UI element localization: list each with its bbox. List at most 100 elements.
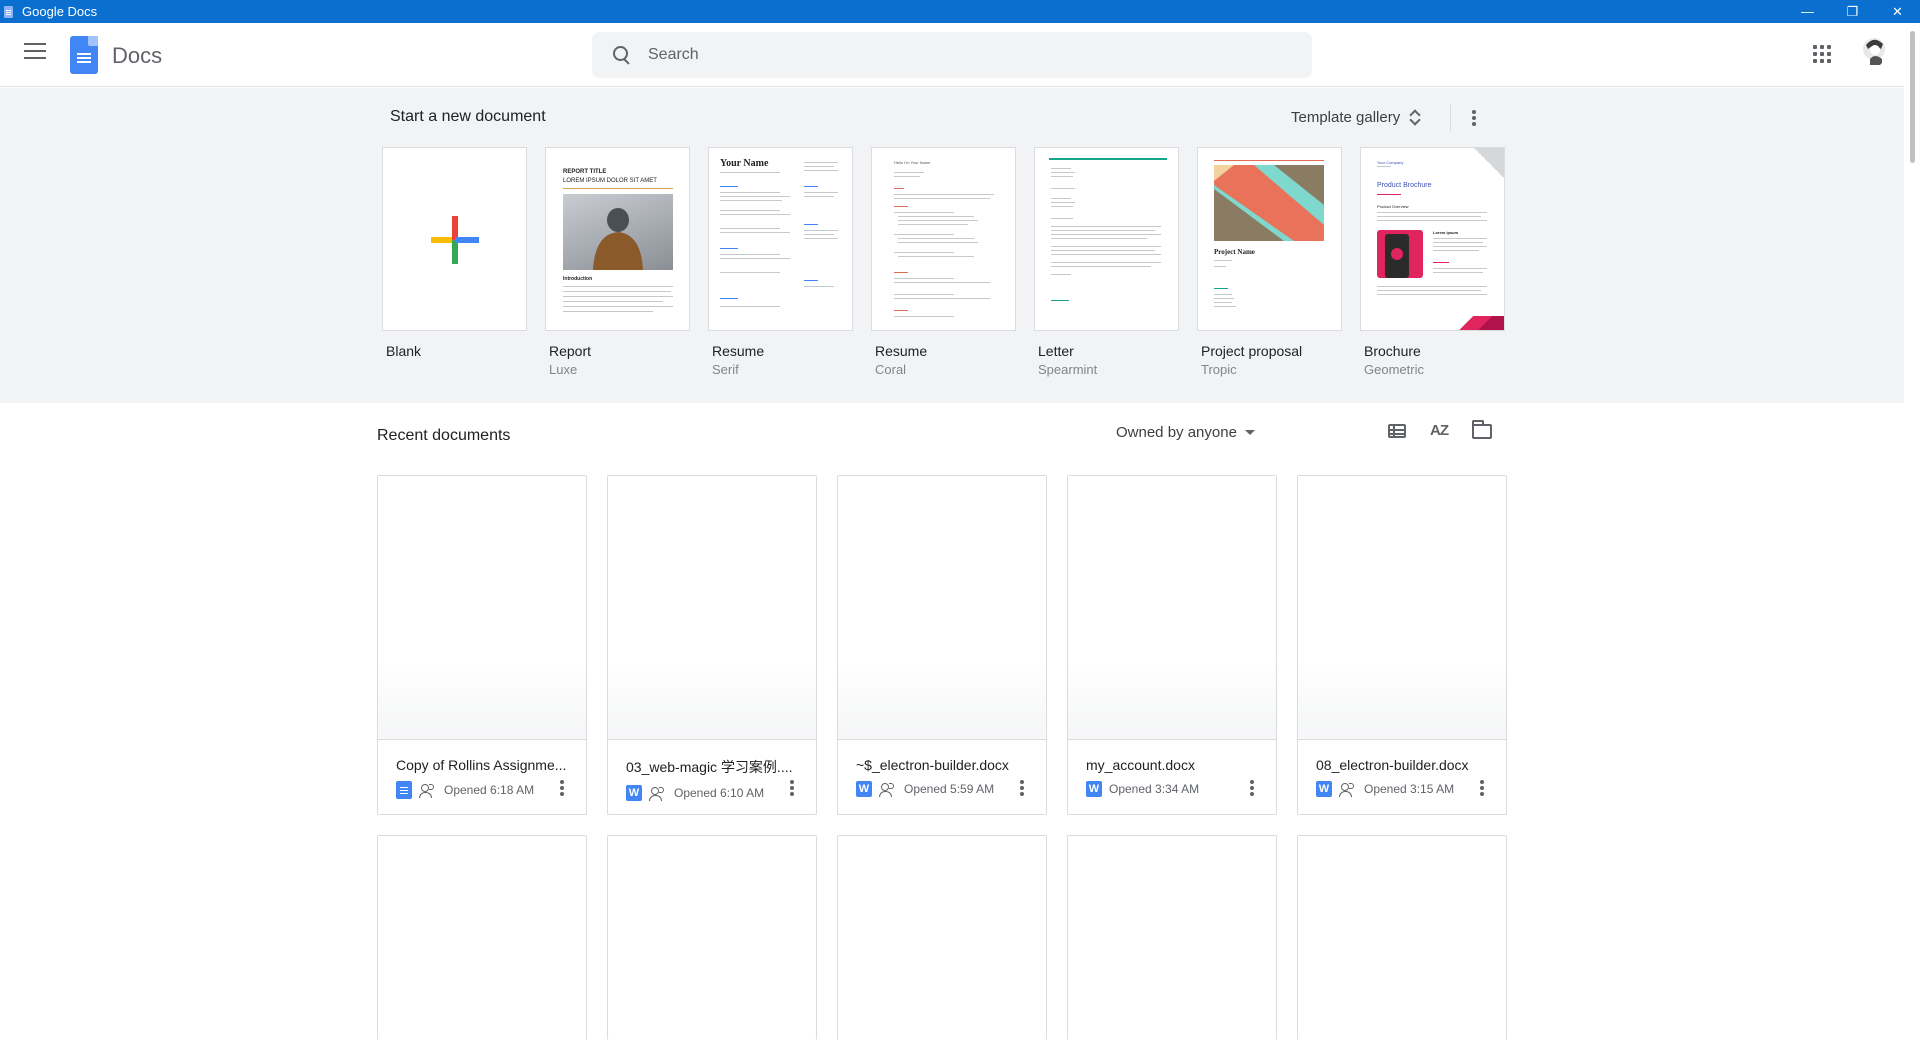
account-avatar[interactable]: [1862, 35, 1886, 67]
search-icon[interactable]: [612, 45, 632, 65]
minimize-button[interactable]: —: [1785, 0, 1830, 23]
doc-preview[interactable]: [378, 476, 586, 740]
template-name: Project proposal: [1201, 343, 1303, 359]
template-section-heading: Start a new document: [390, 108, 546, 125]
recent-documents-heading: Recent documents: [377, 427, 511, 444]
window-titlebar: Google Docs — ❐ ✕: [0, 0, 1920, 23]
page-scrollbar[interactable]: [1904, 23, 1920, 1040]
word-file-icon: W: [626, 785, 642, 801]
template-name: Resume: [875, 343, 928, 359]
doc-more-options-icon[interactable]: [560, 780, 564, 796]
thumb-title: Hello I'm Your Name: [894, 160, 931, 165]
doc-meta: W Opened 6:10 AM: [626, 785, 816, 801]
doc-preview[interactable]: [1068, 476, 1276, 740]
template-report-luxe[interactable]: REPORT TITLE LOREM IPSUM DOLOR SIT AMET …: [545, 147, 690, 377]
template-thumbnail[interactable]: Your Company Product Brochure Product Ov…: [1360, 147, 1505, 331]
doc-opened-time: Opened 3:34 AM: [1109, 782, 1200, 796]
search-input[interactable]: [648, 46, 1248, 64]
window-title: Google Docs: [22, 4, 98, 19]
close-button[interactable]: ✕: [1875, 0, 1920, 23]
app-name[interactable]: Docs: [112, 43, 162, 69]
doc-card[interactable]: [1067, 835, 1277, 1040]
doc-opened-time: Opened 6:10 AM: [674, 786, 765, 800]
template-name: Brochure: [1364, 343, 1421, 359]
doc-more-options-icon[interactable]: [1480, 780, 1484, 796]
doc-more-options-icon[interactable]: [790, 780, 794, 796]
template-blank[interactable]: Blank: [382, 147, 527, 359]
template-style: Serif: [712, 362, 739, 377]
doc-card[interactable]: ~$_electron-builder.docx W Opened 5:59 A…: [837, 475, 1047, 815]
app-header: Docs: [0, 23, 1904, 87]
main-menu-icon[interactable]: [24, 43, 46, 59]
doc-card[interactable]: Copy of Rollins Assignme... Opened 6:18 …: [377, 475, 587, 815]
doc-card[interactable]: [377, 835, 587, 1040]
doc-opened-time: Opened 3:15 AM: [1364, 782, 1455, 796]
doc-name: ~$_electron-builder.docx: [856, 757, 1009, 773]
template-thumbnail[interactable]: REPORT TITLE LOREM IPSUM DOLOR SIT AMET …: [545, 147, 690, 331]
doc-card[interactable]: [837, 835, 1047, 1040]
doc-name: 08_electron-builder.docx: [1316, 757, 1469, 773]
sort-az-icon[interactable]: AZ: [1430, 422, 1449, 439]
doc-preview[interactable]: [608, 476, 816, 740]
owner-filter-dropdown[interactable]: Owned by anyone: [1116, 424, 1255, 441]
list-view-icon[interactable]: [1388, 424, 1406, 438]
template-letter-spearmint[interactable]: Letter Spearmint: [1034, 147, 1179, 377]
template-style: Luxe: [549, 362, 578, 377]
template-resume-serif[interactable]: Your Name Resume Serif: [708, 147, 853, 377]
doc-opened-time: Opened 6:18 AM: [444, 783, 535, 797]
doc-meta: W Opened 3:34 AM: [1086, 781, 1276, 797]
template-style: Tropic: [1201, 362, 1237, 377]
doc-preview[interactable]: [1298, 476, 1506, 740]
docs-app-icon: [4, 5, 13, 18]
doc-card[interactable]: [607, 835, 817, 1040]
google-docs-icon: [396, 781, 412, 799]
doc-name: my_account.docx: [1086, 757, 1195, 773]
doc-name: Copy of Rollins Assignme...: [396, 757, 567, 773]
template-name: Letter: [1038, 343, 1074, 359]
thumb-title: Project Name: [1214, 248, 1255, 256]
restore-button[interactable]: ❐: [1830, 0, 1875, 23]
caret-down-icon: [1244, 430, 1255, 435]
template-section: Start a new document Template gallery Bl…: [0, 88, 1904, 403]
thumb-title: REPORT TITLE: [563, 169, 607, 175]
shared-icon: [1339, 782, 1357, 797]
shared-icon: [419, 783, 437, 798]
scrollbar-thumb[interactable]: [1910, 31, 1915, 163]
search-bar[interactable]: [592, 32, 1312, 78]
unfold-icon: [1410, 108, 1420, 126]
template-thumbnail[interactable]: Project Name: [1197, 147, 1342, 331]
template-name: Blank: [386, 343, 422, 359]
template-more-options-icon[interactable]: [1472, 110, 1476, 126]
template-style: Spearmint: [1038, 362, 1098, 377]
word-file-icon: W: [1086, 781, 1102, 797]
template-name: Resume: [712, 343, 765, 359]
template-brochure-geometric[interactable]: Your Company Product Brochure Product Ov…: [1360, 147, 1505, 377]
template-gallery-button[interactable]: Template gallery: [1291, 108, 1420, 126]
thumb-graphic: [1214, 165, 1324, 241]
template-thumbnail[interactable]: [382, 147, 527, 331]
template-thumbnail[interactable]: [1034, 147, 1179, 331]
template-project-proposal-tropic[interactable]: Project Name Project proposal Tropic: [1197, 147, 1342, 377]
thumb-section-2: Lorem ipsum: [1433, 230, 1459, 235]
folder-icon[interactable]: [1472, 420, 1492, 439]
template-thumbnail[interactable]: Your Name: [708, 147, 853, 331]
doc-more-options-icon[interactable]: [1250, 780, 1254, 796]
template-thumbnail[interactable]: Hello I'm Your Name: [871, 147, 1016, 331]
word-file-icon: W: [1316, 781, 1332, 797]
thumb-section: Introduction: [563, 276, 593, 282]
doc-card[interactable]: my_account.docx W Opened 3:34 AM: [1067, 475, 1277, 815]
thumb-company: Your Company: [1377, 160, 1404, 165]
shared-icon: [649, 786, 667, 801]
thumb-photo: [563, 194, 673, 270]
doc-card[interactable]: [1297, 835, 1507, 1040]
doc-opened-time: Opened 5:59 AM: [904, 782, 995, 796]
docs-logo-icon[interactable]: [70, 36, 98, 74]
doc-preview[interactable]: [838, 476, 1046, 740]
doc-card[interactable]: 03_web-magic 学习案例.... W Opened 6:10 AM: [607, 475, 817, 815]
template-style: Geometric: [1364, 362, 1424, 377]
doc-more-options-icon[interactable]: [1020, 780, 1024, 796]
doc-card[interactable]: 08_electron-builder.docx W Opened 3:15 A…: [1297, 475, 1507, 815]
google-apps-icon[interactable]: [1813, 45, 1831, 63]
template-resume-coral[interactable]: Hello I'm Your Name Resume Coral: [871, 147, 1016, 377]
template-gallery-label: Template gallery: [1291, 108, 1401, 126]
